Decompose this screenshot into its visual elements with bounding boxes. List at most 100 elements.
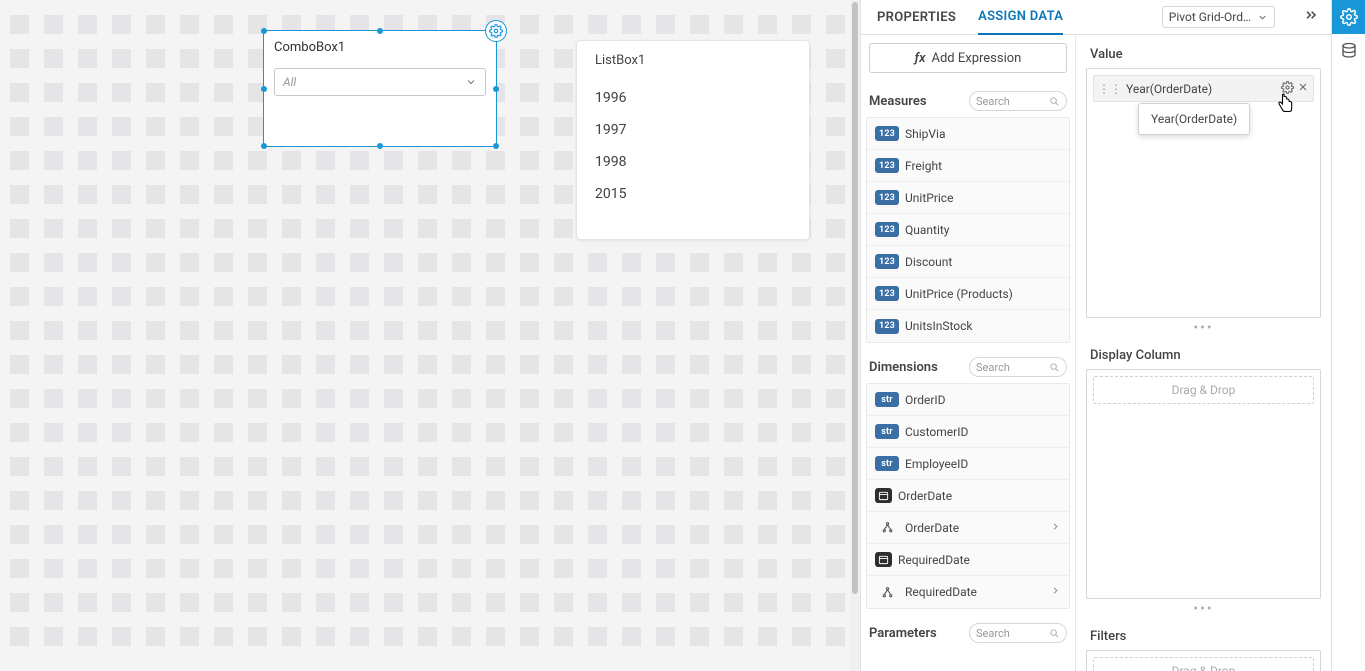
- combobox-placeholder: All: [283, 75, 296, 89]
- side-rail: [1331, 0, 1365, 671]
- resize-handle-icon[interactable]: •••: [1086, 601, 1321, 617]
- bindings-column: Value ⋮⋮ Year(OrderDate) ••• Display Col…: [1076, 35, 1331, 671]
- fx-icon: ƒx: [915, 51, 926, 66]
- drag-drop-placeholder: Drag & Drop: [1093, 376, 1314, 404]
- tab-properties[interactable]: PROPERTIES: [877, 1, 956, 34]
- chip-tooltip: Year(OrderDate): [1138, 103, 1250, 135]
- chevron-down-icon: [1257, 12, 1268, 23]
- add-expression-label: Add Expression: [932, 51, 1022, 66]
- string-icon: str: [875, 424, 899, 439]
- measure-item[interactable]: 123 UnitsInStock: [867, 310, 1069, 342]
- dimensions-heading: Dimensions: [869, 360, 938, 375]
- search-placeholder: Search: [976, 627, 1010, 640]
- measure-item[interactable]: 123UnitPrice: [867, 182, 1069, 214]
- list-item[interactable]: 1996: [595, 82, 791, 114]
- dimension-item[interactable]: str OrderID: [867, 384, 1069, 416]
- dimension-item[interactable]: OrderDate: [867, 480, 1069, 512]
- drag-handle-icon[interactable]: ⋮⋮: [1098, 82, 1122, 96]
- data-source-select[interactable]: Pivot Grid-Ord…: [1162, 6, 1275, 28]
- tab-assign-data[interactable]: ASSIGN DATA: [978, 0, 1063, 35]
- numeric-icon: 123: [875, 319, 899, 334]
- listbox-widget[interactable]: ListBox1 1996 1997 1998 2015: [576, 40, 810, 240]
- search-placeholder: Search: [976, 361, 1010, 374]
- numeric-icon: 123: [875, 190, 899, 205]
- numeric-icon: 123: [875, 222, 899, 237]
- list-item[interactable]: 1998: [595, 146, 791, 178]
- dimension-item[interactable]: str EmployeeID: [867, 448, 1069, 480]
- resize-handle-icon[interactable]: •••: [1086, 320, 1321, 336]
- numeric-icon: 123: [875, 254, 899, 269]
- hierarchy-icon: [875, 585, 899, 600]
- numeric-icon: 123: [875, 158, 899, 173]
- combobox-widget[interactable]: ComboBox1 All: [263, 30, 497, 147]
- measure-item[interactable]: 123 Freight: [867, 150, 1069, 182]
- field-label: RequiredDate: [905, 585, 977, 599]
- hierarchy-icon: [875, 520, 899, 535]
- database-icon: [1340, 42, 1358, 60]
- expand-panel-button[interactable]: [1303, 7, 1319, 27]
- measure-item[interactable]: 123 UnitPrice (Products): [867, 278, 1069, 310]
- data-source-label: Pivot Grid-Ord…: [1169, 10, 1251, 24]
- date-icon: [875, 488, 892, 503]
- dimension-item[interactable]: RequiredDate: [867, 544, 1069, 576]
- canvas-scrollbar[interactable]: [850, 0, 860, 671]
- search-icon: [1049, 628, 1060, 639]
- parameters-search[interactable]: Search: [969, 623, 1067, 643]
- search-placeholder: Search: [976, 95, 1010, 108]
- display-column-heading: Display Column: [1086, 344, 1321, 369]
- field-label: OrderID: [905, 393, 946, 407]
- measure-item[interactable]: 123Quantity: [867, 214, 1069, 246]
- dimension-item[interactable]: RequiredDate: [867, 576, 1069, 608]
- scrollbar-thumb[interactable]: [852, 2, 858, 594]
- measures-heading: Measures: [869, 94, 927, 109]
- chip-label: Year(OrderDate): [1126, 82, 1212, 96]
- add-expression-button[interactable]: ƒx Add Expression: [869, 43, 1067, 73]
- field-label: Freight: [905, 159, 942, 173]
- numeric-icon: 123: [875, 286, 899, 301]
- chip-settings-icon[interactable]: [1281, 81, 1294, 97]
- string-icon: str: [875, 392, 899, 407]
- filters-drop-zone[interactable]: Drag & Drop: [1086, 650, 1321, 671]
- combobox-title: ComboBox1: [264, 31, 496, 60]
- value-chip[interactable]: ⋮⋮ Year(OrderDate): [1093, 75, 1314, 102]
- list-item[interactable]: 1997: [595, 114, 791, 146]
- field-label: OrderDate: [905, 521, 959, 535]
- field-label: UnitsInStock: [905, 319, 972, 333]
- parameters-heading: Parameters: [869, 626, 937, 641]
- combobox-select[interactable]: All: [274, 68, 486, 96]
- rail-data-button[interactable]: [1332, 34, 1365, 68]
- field-label: UnitPrice (Products): [905, 287, 1013, 301]
- gear-icon: [1340, 8, 1358, 26]
- dimension-item[interactable]: OrderDate: [867, 512, 1069, 544]
- chip-remove-icon[interactable]: [1297, 81, 1309, 96]
- string-icon: str: [875, 456, 899, 471]
- dimensions-search[interactable]: Search: [969, 357, 1067, 377]
- field-label: ShipVia: [905, 127, 945, 141]
- chevron-down-icon: [465, 76, 477, 88]
- field-label: CustomerID: [905, 425, 968, 439]
- panel-tabs: PROPERTIES ASSIGN DATA Pivot Grid-Ord…: [861, 0, 1331, 35]
- field-label: EmployeeID: [905, 457, 968, 471]
- field-label: Discount: [905, 255, 952, 269]
- dimensions-list: str OrderID str CustomerID str EmployeeID O…: [866, 383, 1070, 609]
- widget-settings-icon[interactable]: [485, 20, 507, 42]
- measure-item[interactable]: 123 Discount: [867, 246, 1069, 278]
- measures-list: 123 ShipVia 123 Freight 123UnitPrice 123Qu…: [866, 117, 1070, 343]
- dimension-item[interactable]: str CustomerID: [867, 416, 1069, 448]
- listbox-title: ListBox1: [595, 53, 791, 68]
- value-heading: Value: [1086, 43, 1321, 68]
- chevron-right-icon: [1050, 585, 1061, 599]
- filters-heading: Filters: [1086, 625, 1321, 650]
- measure-item[interactable]: 123 ShipVia: [867, 118, 1069, 150]
- fields-column: ƒx Add Expression Measures Search 123 Shi…: [861, 35, 1076, 671]
- rail-settings-button[interactable]: [1332, 0, 1365, 34]
- display-column-drop-zone[interactable]: Drag & Drop: [1086, 369, 1321, 599]
- date-icon: [875, 552, 892, 567]
- field-label: OrderDate: [898, 489, 952, 503]
- list-item[interactable]: 2015: [595, 178, 791, 210]
- design-canvas[interactable]: ComboBox1 All ListBox1 1996 1997 1998 20…: [0, 0, 860, 671]
- field-label: RequiredDate: [898, 553, 970, 567]
- search-icon: [1049, 362, 1060, 373]
- measures-search[interactable]: Search: [969, 91, 1067, 111]
- numeric-icon: 123: [875, 126, 899, 141]
